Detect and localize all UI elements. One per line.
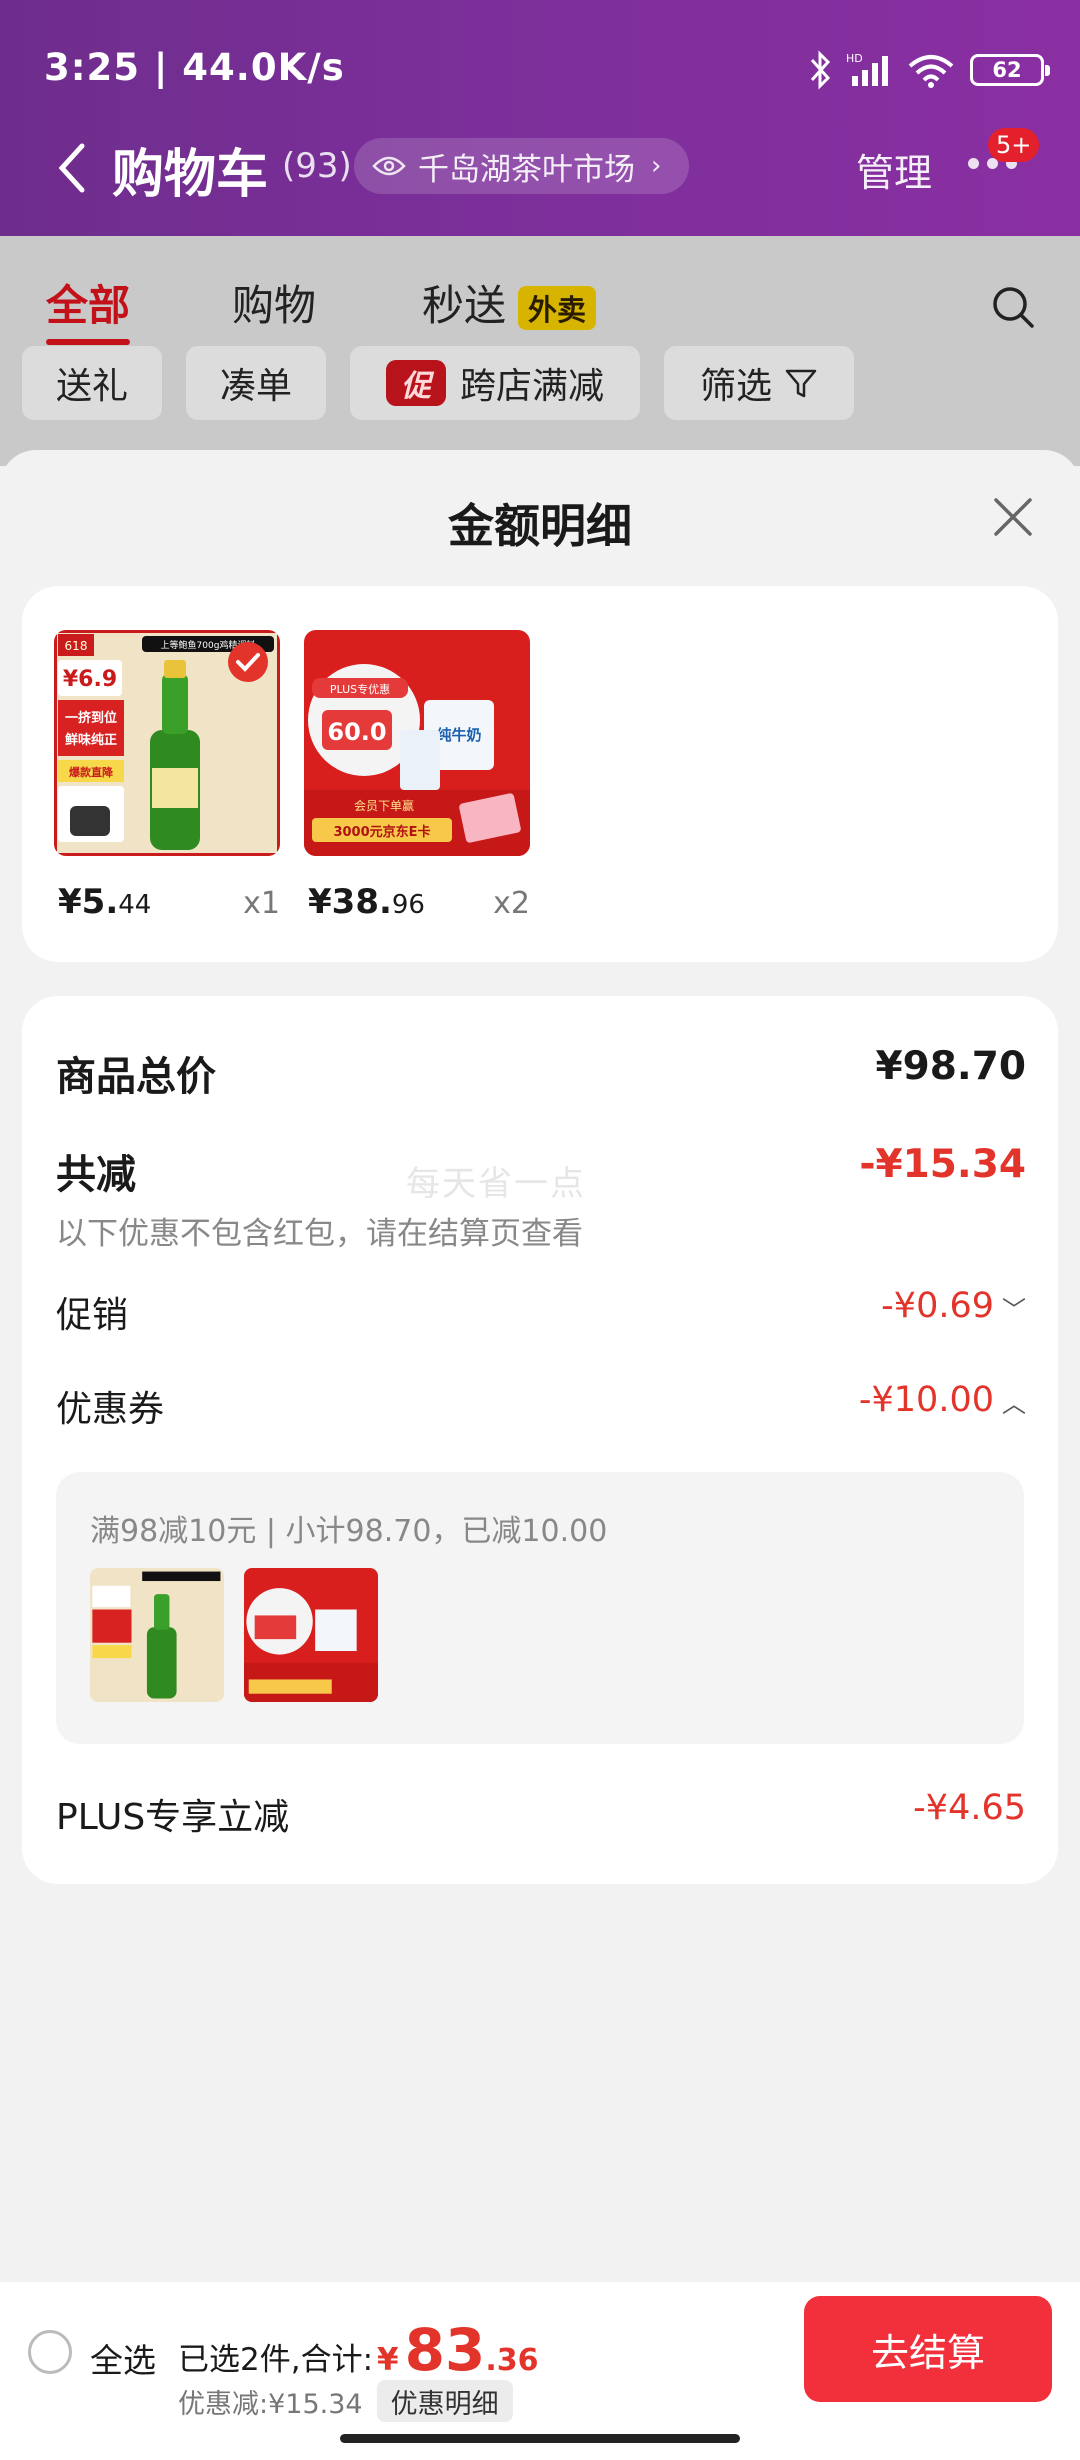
status-bar: 3:25 | 44.0K/s HD 62 (44, 40, 1050, 100)
product-item[interactable]: 上等鲍鱼700g鸡精调料 618 ¥6.9 一挤到位 鲜味纯正 爆款直降 ¥5.… (54, 630, 280, 922)
filter-icon (785, 369, 817, 398)
coupon-detail-box: 满98减10元 | 小计98.70，已减10.00 (56, 1472, 1024, 1744)
discount-detail-button[interactable]: 优惠明细 (376, 2380, 513, 2422)
currency-symbol: ¥ (377, 2342, 399, 2378)
home-indicator[interactable] (340, 2434, 740, 2443)
status-icons: HD 62 (808, 40, 1050, 100)
status-time: 3:25 | 44.0K/s (44, 46, 345, 89)
battery-icon: 62 (970, 54, 1050, 86)
chip-filter-label: 筛选 (699, 366, 772, 407)
takeout-tag: 外卖 (518, 286, 597, 330)
tab-express[interactable]: 秒送 (422, 272, 506, 333)
total-label: 商品总价 (56, 1054, 216, 1100)
battery-level: 62 (992, 58, 1022, 82)
product-qty: x2 (493, 886, 530, 921)
product-line1: 一挤到位 (65, 710, 117, 726)
product-promo: 3000元京东E卡 (333, 824, 430, 840)
signal-icon: HD (846, 52, 888, 86)
product-price: ¥38.96 (308, 882, 425, 922)
coupon-value: -¥10.00 ︿ (858, 1380, 1026, 1420)
reduce-label: 共减 (56, 1152, 136, 1198)
product-tag: PLUS专优惠 (330, 682, 390, 696)
product-price: ¥5.44 (58, 882, 152, 922)
product-line2: 鲜味纯正 (65, 732, 117, 748)
summary-total: 已选2件,合计: ¥ 83 .36 (178, 2316, 538, 2384)
cart-count: (93) (282, 146, 352, 186)
product-item[interactable]: PLUS专优惠 60.0 纯牛奶 会员下单赢 3000元京东E卡 ¥38.96 … (304, 630, 530, 922)
promo-icon: 促 (385, 360, 446, 406)
chip-filter[interactable]: 筛选 (664, 346, 854, 420)
selected-text: 已选2件,合计: (178, 2342, 374, 2378)
product-promo-pre: 会员下单赢 (354, 798, 414, 813)
plus-label: PLUS专享立减 (56, 1797, 290, 1838)
app-header: 3:25 | 44.0K/s HD 62 购物车 (93) 千岛湖茶叶市场 › … (0, 0, 1080, 236)
coupon-product-thumb (90, 1568, 224, 1702)
reduce-note: 以下优惠不包含红包，请在结算页查看 (56, 1216, 583, 1252)
chevron-up-icon[interactable]: ︿ (1002, 1384, 1026, 1419)
checkout-button[interactable]: 去结算 (804, 2296, 1052, 2402)
watermark-text: 每天省一点 (406, 1164, 586, 1204)
manage-button[interactable]: 管理 (856, 142, 932, 197)
tab-shopping[interactable]: 购物 (232, 272, 316, 333)
notification-badge: 5+ (988, 128, 1040, 162)
discount-text: 优惠减:¥15.34 (178, 2388, 363, 2420)
reduce-value: -¥15.34 (859, 1142, 1026, 1187)
product-line3: 爆款直降 (69, 765, 114, 779)
promo-value: -¥0.69 ﹀ (881, 1286, 1026, 1326)
select-all-radio[interactable] (28, 2330, 72, 2374)
store-pill[interactable]: 千岛湖茶叶市场 › (354, 138, 690, 194)
nav-bar: 购物车 (93) 千岛湖茶叶市场 › 管理 5+ (0, 128, 1080, 208)
chip-cross-store[interactable]: 促 跨店满减 (350, 346, 640, 420)
summary-discount: 优惠减:¥15.34 优惠明细 (178, 2380, 513, 2422)
product-promo-price: ¥6.9 (63, 667, 117, 692)
chip-bundle[interactable]: 凑单 (186, 346, 326, 420)
checkout-bar: 全选 已选2件,合计: ¥ 83 .36 优惠减:¥15.34 优惠明细 去结算 (0, 2282, 1080, 2460)
product-milk: 纯牛奶 (436, 726, 481, 744)
total-row: 商品总价 ¥98.70 (56, 1044, 1026, 1102)
back-icon[interactable] (52, 140, 92, 196)
product-tag: 618 (65, 639, 88, 653)
plus-value: -¥4.65 (913, 1788, 1026, 1828)
store-name: 千岛湖茶叶市场 (418, 151, 635, 188)
cart-background: 全部 购物 秒送 外卖 送礼 凑单 促 跨店满减 筛选 (0, 236, 1080, 466)
chevron-right-icon: › (651, 151, 662, 181)
tab-all[interactable]: 全部 (46, 272, 131, 345)
close-icon[interactable] (990, 494, 1036, 540)
product-image[interactable]: PLUS专优惠 60.0 纯牛奶 会员下单赢 3000元京东E卡 (304, 630, 530, 856)
bluetooth-icon (810, 50, 831, 90)
coupon-detail-text: 满98减10元 | 小计98.70，已减10.00 (90, 1514, 608, 1549)
coupon-row[interactable]: 优惠券 -¥10.00 ︿ (56, 1380, 1026, 1432)
chip-gift[interactable]: 送礼 (22, 346, 162, 420)
promo-label: 促销 (56, 1295, 129, 1336)
coupon-product-thumb (244, 1568, 378, 1702)
total-int: 83 (404, 2316, 486, 2384)
plus-row: PLUS专享立减 -¥4.65 (56, 1788, 1026, 1840)
page-title: 购物车 (112, 145, 269, 205)
sheet-title: 金额明细 (448, 499, 632, 553)
search-icon[interactable] (990, 284, 1036, 330)
product-promo-price: 60.0 (327, 718, 386, 746)
promo-row[interactable]: 促销 -¥0.69 ﹀ (56, 1286, 1026, 1338)
svg-text:HD: HD (846, 52, 863, 65)
select-all-label[interactable]: 全选 (90, 2334, 156, 2382)
eye-icon (372, 156, 406, 176)
price-breakdown-card: 商品总价 ¥98.70 共减 -¥15.34 以下优惠不包含红包，请在结算页查看… (22, 996, 1058, 1884)
chevron-down-icon[interactable]: ﹀ (1002, 1290, 1026, 1325)
product-image[interactable]: 上等鲍鱼700g鸡精调料 618 ¥6.9 一挤到位 鲜味纯正 爆款直降 (54, 630, 280, 856)
products-card: 上等鲍鱼700g鸡精调料 618 ¥6.9 一挤到位 鲜味纯正 爆款直降 ¥5.… (22, 586, 1058, 962)
amount-detail-sheet: 金额明细 上等鲍鱼700g鸡精调料 618 ¥6.9 一挤到位 鲜味纯正 爆款直… (0, 450, 1080, 2460)
selected-check-icon (228, 642, 268, 682)
total-dec: .36 (485, 2343, 539, 2378)
product-qty: x1 (243, 886, 280, 921)
cart-tabs: 全部 购物 秒送 外卖 (0, 258, 1080, 345)
total-value: ¥98.70 (875, 1044, 1027, 1089)
coupon-label: 优惠券 (56, 1389, 165, 1430)
wifi-icon (908, 55, 954, 88)
chip-cross-store-label: 跨店满减 (459, 366, 604, 407)
